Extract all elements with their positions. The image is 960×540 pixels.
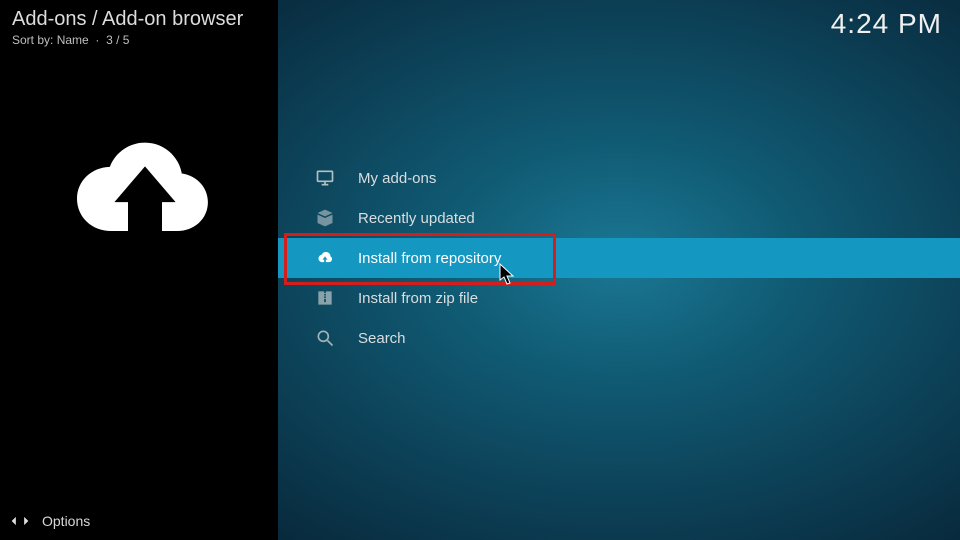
options-label: Options: [42, 513, 90, 529]
monitor-icon: [314, 167, 336, 189]
list-position: 3 / 5: [106, 33, 129, 47]
menu-item-install-from-repository[interactable]: Install from repository: [278, 238, 960, 278]
breadcrumb: Add-ons / Add-on browser: [12, 8, 243, 31]
cloud-down-icon: [314, 247, 336, 269]
menu-item-label: Recently updated: [358, 210, 475, 227]
options-button[interactable]: Options: [0, 502, 90, 540]
options-arrows-icon: [10, 511, 30, 531]
sidebar: Add-ons / Add-on browser Sort by: Name ·…: [0, 0, 278, 540]
cloud-download-hero-icon: [60, 112, 230, 282]
menu-item-install-from-zip[interactable]: Install from zip file: [278, 278, 960, 318]
menu-item-label: Install from zip file: [358, 290, 478, 307]
sort-label: Sort by:: [12, 33, 53, 47]
sort-value: Name: [57, 33, 89, 47]
menu-item-label: Search: [358, 330, 406, 347]
menu-item-recently-updated[interactable]: Recently updated: [278, 198, 960, 238]
open-box-icon: [314, 207, 336, 229]
addon-browser-menu: My add-ons Recently updated Install from…: [278, 158, 960, 358]
menu-item-label: Install from repository: [358, 250, 501, 267]
clock: 4:24 PM: [831, 8, 942, 40]
menu-item-label: My add-ons: [358, 170, 436, 187]
search-icon: [314, 327, 336, 349]
sort-line: Sort by: Name · 3 / 5: [12, 33, 129, 47]
zip-box-icon: [314, 287, 336, 309]
menu-item-search[interactable]: Search: [278, 318, 960, 358]
menu-item-my-addons[interactable]: My add-ons: [278, 158, 960, 198]
